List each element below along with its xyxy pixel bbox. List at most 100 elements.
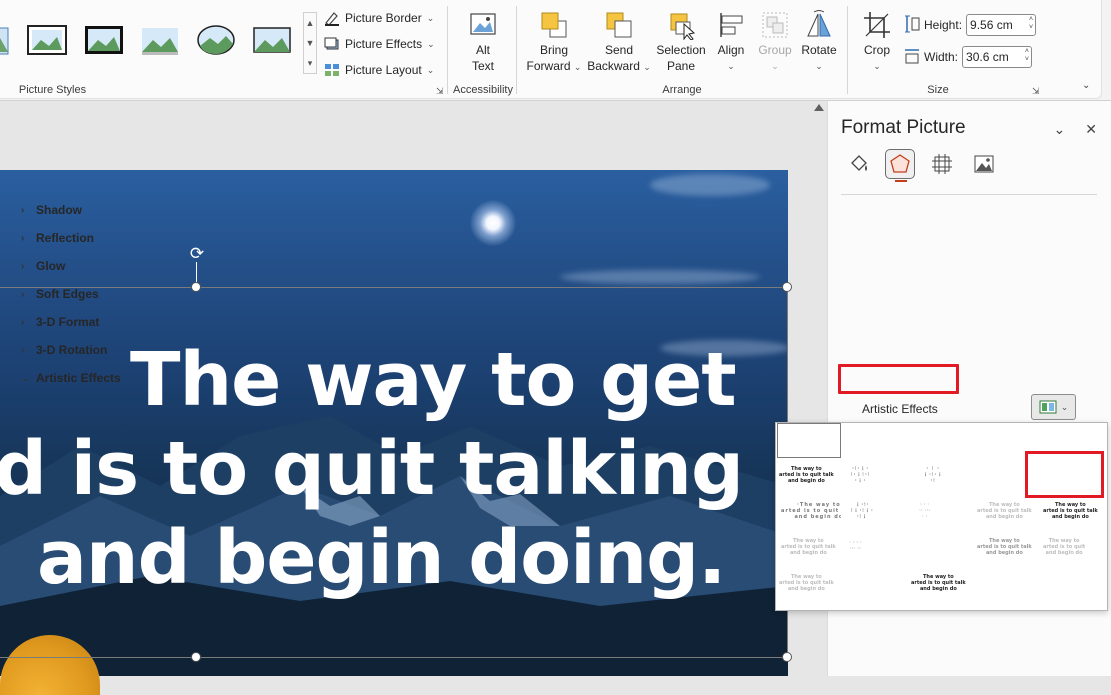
chevron-right-icon: › [21,260,25,272]
section-soft-edges[interactable]: › Soft Edges [21,287,99,301]
accessibility-group-label: Accessibility [453,84,513,96]
section-shadow[interactable]: › Shadow [21,203,82,217]
bring-forward-button[interactable]: Bring Forward ⌄ [524,6,584,82]
effect-option[interactable]: ⋮·∶· ∶⋮·∶⋮· ·∶⋮ [843,500,907,536]
size-launcher-icon[interactable]: ⇲ [1032,86,1042,96]
effect-option[interactable]: The way to arted is to quit talk and begin… [777,572,841,608]
chevron-down-icon: ⌄ [643,62,651,72]
picture-style-thumb-5[interactable] [196,22,236,58]
height-icon [904,15,920,36]
group-divider [516,6,517,94]
chevron-down-icon: ⌄ [21,372,30,384]
tab-picture[interactable] [969,149,999,179]
picture-effects-button[interactable]: Picture Effects ⌄ [324,33,435,55]
rotate-button[interactable]: Rotate ⌄ [798,6,840,82]
group-divider [447,6,448,94]
alt-text-button[interactable]: Alt Text [460,6,506,82]
resize-handle-top-right[interactable] [782,282,792,292]
close-icon[interactable]: ✕ [1085,121,1097,138]
effect-option[interactable]: ·The way toarted is to quit talkand begi… [777,500,841,536]
quote-line-3: and begin doing. [37,515,726,601]
artistic-effects-label: Artistic Effects [862,402,938,416]
section-3d-rotation[interactable]: › 3-D Rotation [21,343,107,357]
picture-style-thumb-3[interactable] [84,22,124,58]
effect-option[interactable]: The way to arted is to quit talk and begin… [975,500,1039,536]
quote-line-2: d is to quit talking [0,426,744,512]
chevron-down-icon: ⌄ [427,38,435,49]
bring-forward-icon [524,6,584,40]
scroll-up-icon[interactable] [814,104,824,111]
picture-layout-button[interactable]: Picture Layout ⌄ [324,59,434,81]
effect-option[interactable] [909,536,973,572]
chevron-down-icon: ⌄ [426,64,435,75]
crop-icon [858,6,896,40]
crop-label: Crop [863,43,890,57]
send-backward-button[interactable]: Send Backward ⌄ [586,6,652,82]
align-icon [712,6,750,40]
artistic-effects-dropdown-button[interactable]: ⌄ [1031,394,1076,420]
tab-size-properties[interactable] [927,149,957,179]
pentagon-effects-icon [890,154,910,173]
effect-option[interactable]: The way to arted is to quit talk and begin… [975,536,1039,572]
height-input[interactable] [966,14,1037,36]
effect-option[interactable] [843,572,907,608]
crop-button[interactable]: Crop ⌄ [858,6,896,82]
width-icon [904,47,920,68]
effect-option[interactable]: The way to arted is to quit talk and begin… [909,572,973,608]
selection-pane-button[interactable]: Selection Pane [654,6,708,82]
picture-style-thumb-1[interactable] [0,22,10,58]
picture-style-thumb-2[interactable] [27,22,67,58]
chevron-down-icon: ⌄ [573,62,582,72]
paint-bucket-icon [851,155,867,171]
pane-options-chevron-icon[interactable]: ⌄ [1054,121,1066,138]
section-glow[interactable]: › Glow [21,259,65,273]
chevron-down-icon: ⌄ [771,61,779,71]
width-spinner-icon[interactable]: ˄ ˅ [1025,48,1029,64]
effect-option[interactable]: · · · ·· ··· · · [909,500,973,536]
send-backward-label-2: Backward [587,59,640,73]
group-icon [755,6,795,40]
effect-option[interactable] [1041,572,1105,608]
tab-fill-line[interactable] [844,149,874,179]
section-artistic-effects[interactable]: ⌄ Artistic Effects [21,371,121,385]
align-button[interactable]: Align ⌄ [712,6,750,82]
chevron-down-icon: ⌄ [815,61,823,71]
effect-option[interactable]: · ∶ · ⋮·∶·⋮ ·∶ [909,462,973,498]
group-label: Group [758,43,792,57]
picture-border-icon [324,10,340,26]
chevron-up-icon[interactable]: ▲ [304,13,316,33]
effect-option[interactable]: The way to arted is to quit talk and begin… [1041,500,1105,536]
tab-effects[interactable] [885,149,915,182]
picture-styles-launcher-icon[interactable]: ⇲ [436,86,446,96]
effect-none[interactable] [777,423,841,458]
effect-option[interactable]: ·∶·⋮· ∶·⋮∶·∶ ·⋮· [843,462,907,498]
cloud-shape [650,174,770,196]
resize-handle-top[interactable] [191,282,201,292]
gallery-more-icon[interactable]: ▾ [304,53,316,73]
height-spinner-icon[interactable]: ˄ ˅ [1029,16,1033,32]
pane-controls: ⌄ ✕ [1054,121,1097,138]
section-label: Glow [36,259,66,273]
width-input[interactable] [962,46,1033,68]
alt-text-label-1: Alt [475,43,490,57]
ribbon: ▲ ▼ ▾ Picture Border ⌄ Picture Effects ⌄… [0,0,1111,101]
section-3d-format[interactable]: › 3-D Format [21,315,99,329]
resize-handle-bottom[interactable] [191,652,201,662]
collapse-ribbon-icon[interactable]: ⌄ [1082,80,1090,91]
effect-option[interactable]: The way to arted is to quit talk and begin… [777,462,841,498]
effect-option[interactable]: The way to arted is to quit talk and begin… [777,536,841,572]
picture-styles-gallery-scroll[interactable]: ▲ ▼ ▾ [303,12,317,74]
section-reflection[interactable]: › Reflection [21,231,94,245]
picture-border-button[interactable]: Picture Border ⌄ [324,7,434,29]
resize-handle-bottom-right[interactable] [782,652,792,662]
send-backward-icon [586,6,652,40]
chevron-down-icon[interactable]: ▼ [304,33,316,53]
rotate-handle-icon[interactable]: ⟳ [187,245,207,265]
group-button[interactable]: Group ⌄ [755,6,795,82]
slide-picture[interactable]: The way to get d is to quit talking and … [0,170,788,676]
effect-option[interactable] [975,572,1039,608]
effect-option[interactable]: · · · · ··· ·· [843,536,907,572]
effect-option[interactable]: The way to arted is to quit and begin do [1041,536,1105,572]
picture-style-thumb-4[interactable] [140,22,180,58]
picture-style-thumb-6[interactable] [252,22,292,58]
